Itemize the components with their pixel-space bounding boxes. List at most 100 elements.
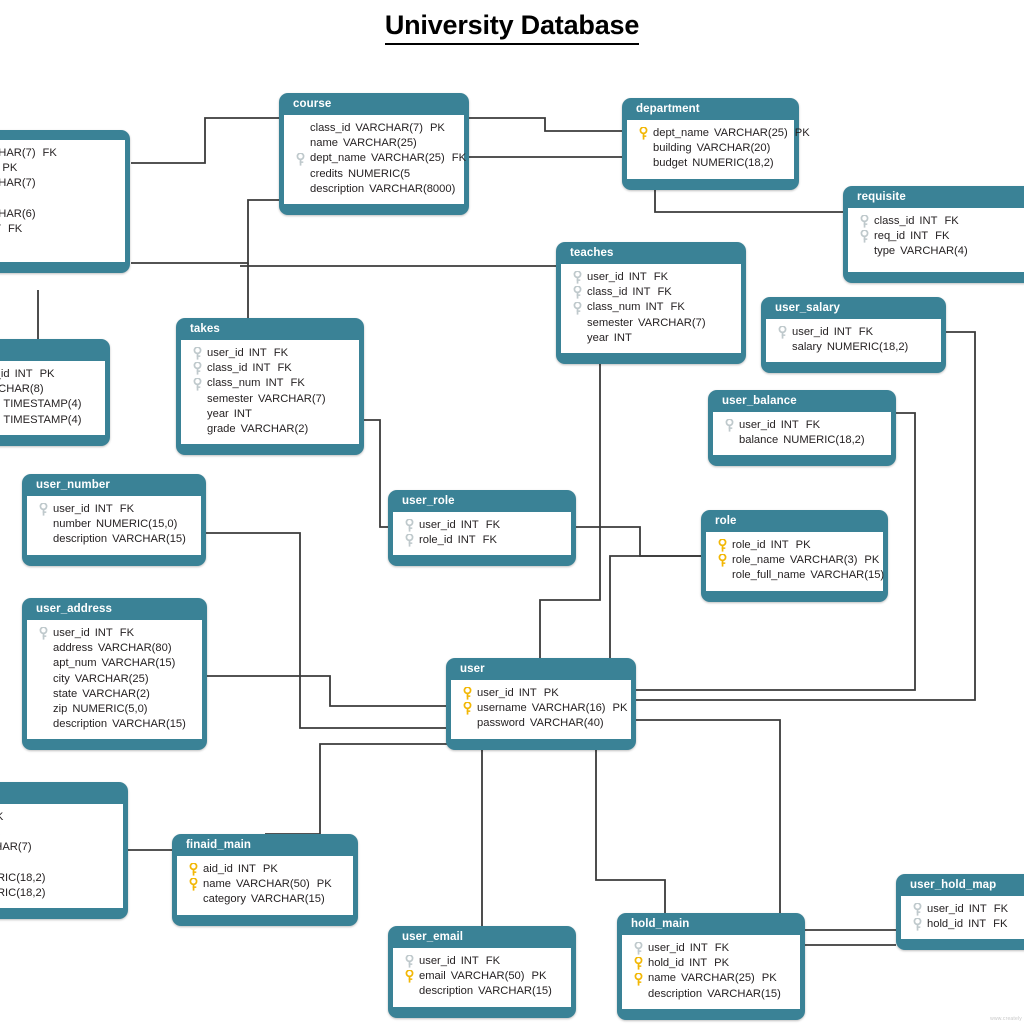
entity-attribute-list: user_id INT PK username VARCHAR(16) PK passwor… [451,680,631,739]
attribute-text: number NUMERIC(15,0) [52,517,184,532]
attribute-type: INT [518,687,537,699]
foreign-key-icon [721,418,738,432]
attribute-text: name VARCHAR(50) PK [202,877,332,892]
attribute-text: aid_id INT PK [202,862,278,877]
attribute-row: number NUMERIC(15,0) [31,517,197,532]
entity-attribute-list: _slot_idINTPKVARCHAR(8)_timeTIMESTAMP(4)… [0,361,105,435]
attribute-name: salary [792,341,822,354]
entity-teaches[interactable]: teaches user_id INT FK class_id INT FK class_nu… [556,242,746,365]
attribute-text: user_id INT FK [647,941,729,956]
attribute-type: INT [910,230,929,243]
attribute-row: role_id INT FK [397,533,567,548]
attribute-type: VARCHAR(25) [370,152,445,165]
attribute-constraint [186,718,193,730]
foreign-key-icon [569,285,586,299]
entity-user_address[interactable]: user_address user_id INT FK address VARCHAR(8… [22,598,207,751]
attribute-row: year INT [185,407,355,422]
attribute-row: description VARCHAR(15) [626,987,796,1002]
attribute-name: class_id [874,215,915,227]
attribute-constraint: PK [39,368,55,380]
entity-attribute-list: user_id INT FK class_id INT FK class_num INT FK s… [181,340,359,445]
entity-finaid_main[interactable]: finaid_main aid_id INT PK name VARCHAR(50) PK c… [172,834,358,926]
attribute-constraint [252,408,259,420]
attribute-constraint [32,841,39,853]
entity-user_role[interactable]: user_role user_id INT FK role_id INT FK [388,490,576,567]
attribute-constraint: FK [119,627,135,639]
attribute-name: user_id [927,903,964,915]
attribute-text: _idINTFK [0,222,22,237]
foreign-key-icon [774,325,791,339]
entity-department[interactable]: department dept_name VARCHAR(25) PK building… [622,98,810,190]
attribute-text: _slot_id INT PK [0,367,55,382]
attribute-name: address [53,642,93,655]
attribute-row: class_id INT FK [565,285,737,300]
attribute-row: user_id INT FK [397,954,567,969]
attribute-constraint [45,872,52,884]
attribute-row: user_id INT FK [31,502,197,517]
attribute-row: user_id INT FK [770,325,937,340]
attribute-name: dept_name [310,152,366,165]
entity-user[interactable]: user user_id INT PK username VARCHAR(16) PK pas… [446,658,636,750]
page-title: University Database [0,10,1024,45]
relationship-edge [207,675,446,707]
entity-attribute-list: INTFKNTFKVARCHAR(7) NUMERIC(18,2) NUMERIC(… [0,804,123,909]
entity-user_balance[interactable]: user_balance user_id INT FK balance NUMERIC(1… [708,390,896,467]
attribute-row: type VARCHAR(4) [852,244,1024,259]
entity-user_finaid_map[interactable]: d_map INTFKNTFKVARCHAR(7) NUMERIC(18,2) NUM… [0,782,128,920]
entity-attribute-list: user_id INT FK address VARCHAR(80) apt_num VAR… [27,620,202,740]
entity-user_email[interactable]: user_email user_id INT FK email VARCHAR(50) PK… [388,926,576,1018]
foreign-key-icon [909,917,926,931]
attribute-row: description VARCHAR(8000) [288,182,460,197]
entity-title: course [293,98,332,110]
entity-time_slot[interactable]: slot_slot_idINTPKVARCHAR(8)_timeTIMESTAM… [0,339,110,446]
attribute-constraint: PK [2,162,18,175]
attribute-name: semester [207,392,254,405]
entity-title: user_number [36,479,110,491]
attribute-type: VARCHAR(50) [450,970,525,983]
entity-requisite[interactable]: requisite class_id INT FK req_id INT FK type VAR… [843,186,1024,283]
attribute-constraint [36,208,43,220]
attribute-constraint: PK [864,554,880,567]
relationship-edge [595,744,666,913]
attribute-constraint: FK [273,347,289,359]
entity-title: department [636,103,700,115]
attribute-row: _timeTIMESTAMP(4) [0,413,101,428]
attribute-constraint [44,383,51,395]
attribute-type: NUMERIC(18,2) [0,871,46,884]
entity-role[interactable]: role role_id INT PK role_name VARCHAR(3) PK rol… [701,510,888,602]
foreign-key-icon [856,229,873,243]
attribute-type: INT [689,957,708,970]
entity-takes[interactable]: takes user_id INT FK class_id INT FK class_num I… [176,318,364,456]
attribute-constraint [706,317,713,329]
entity-user_number[interactable]: user_number user_id INT FK number NUMERIC(15,… [22,474,206,566]
entity-course[interactable]: course class_id VARCHAR(7) PK name VARCHAR(25… [279,93,469,216]
attribute-name: role_id [419,534,453,547]
relationship-edge [469,117,622,132]
attribute-text: type VARCHAR(4) [873,244,975,259]
attribute-text: user_id INT FK [418,518,500,533]
entity-user_hold_map[interactable]: user_hold_map user_id INT FK hold_id INT FK [896,874,1024,951]
attribute-name: type [874,245,896,258]
attribute-text: user_id INT FK [791,325,873,340]
entity-hold_main[interactable]: hold_main user_id INT FK hold_id INT PK name VAR… [617,913,805,1020]
attribute-constraint: FK [805,419,821,431]
entity-section[interactable]: VARCHAR(7)FKmINTPKVARCHAR(7)VARCHAR(6)_i… [0,130,130,273]
attribute-type: INT [613,331,632,344]
attribute-constraint: FK [944,215,959,227]
entity-title: hold_main [631,918,690,930]
entity-attribute-list: user_id INT FK balance NUMERIC(18,2) [713,412,891,456]
foreign-key-icon [292,151,309,166]
attribute-type: VARCHAR(15) [250,893,325,906]
foreign-key-icon [189,376,206,391]
attribute-constraint: FK [670,301,685,314]
attribute-constraint [908,341,915,353]
attribute-row: user_id INT FK [31,626,198,641]
attribute-text: dept_name VARCHAR(25) FK [309,151,466,166]
attribute-name: description [53,533,108,546]
attribute-type: INT [14,368,33,380]
attribute-constraint [148,703,155,715]
attribute-type: INT [968,903,987,915]
attribute-row: user_id INT FK [905,902,1024,917]
attribute-row: role_full_name VARCHAR(15) [710,568,884,583]
entity-user_salary[interactable]: user_salary user_id INT FK salary NUMERIC(18,… [761,297,946,374]
